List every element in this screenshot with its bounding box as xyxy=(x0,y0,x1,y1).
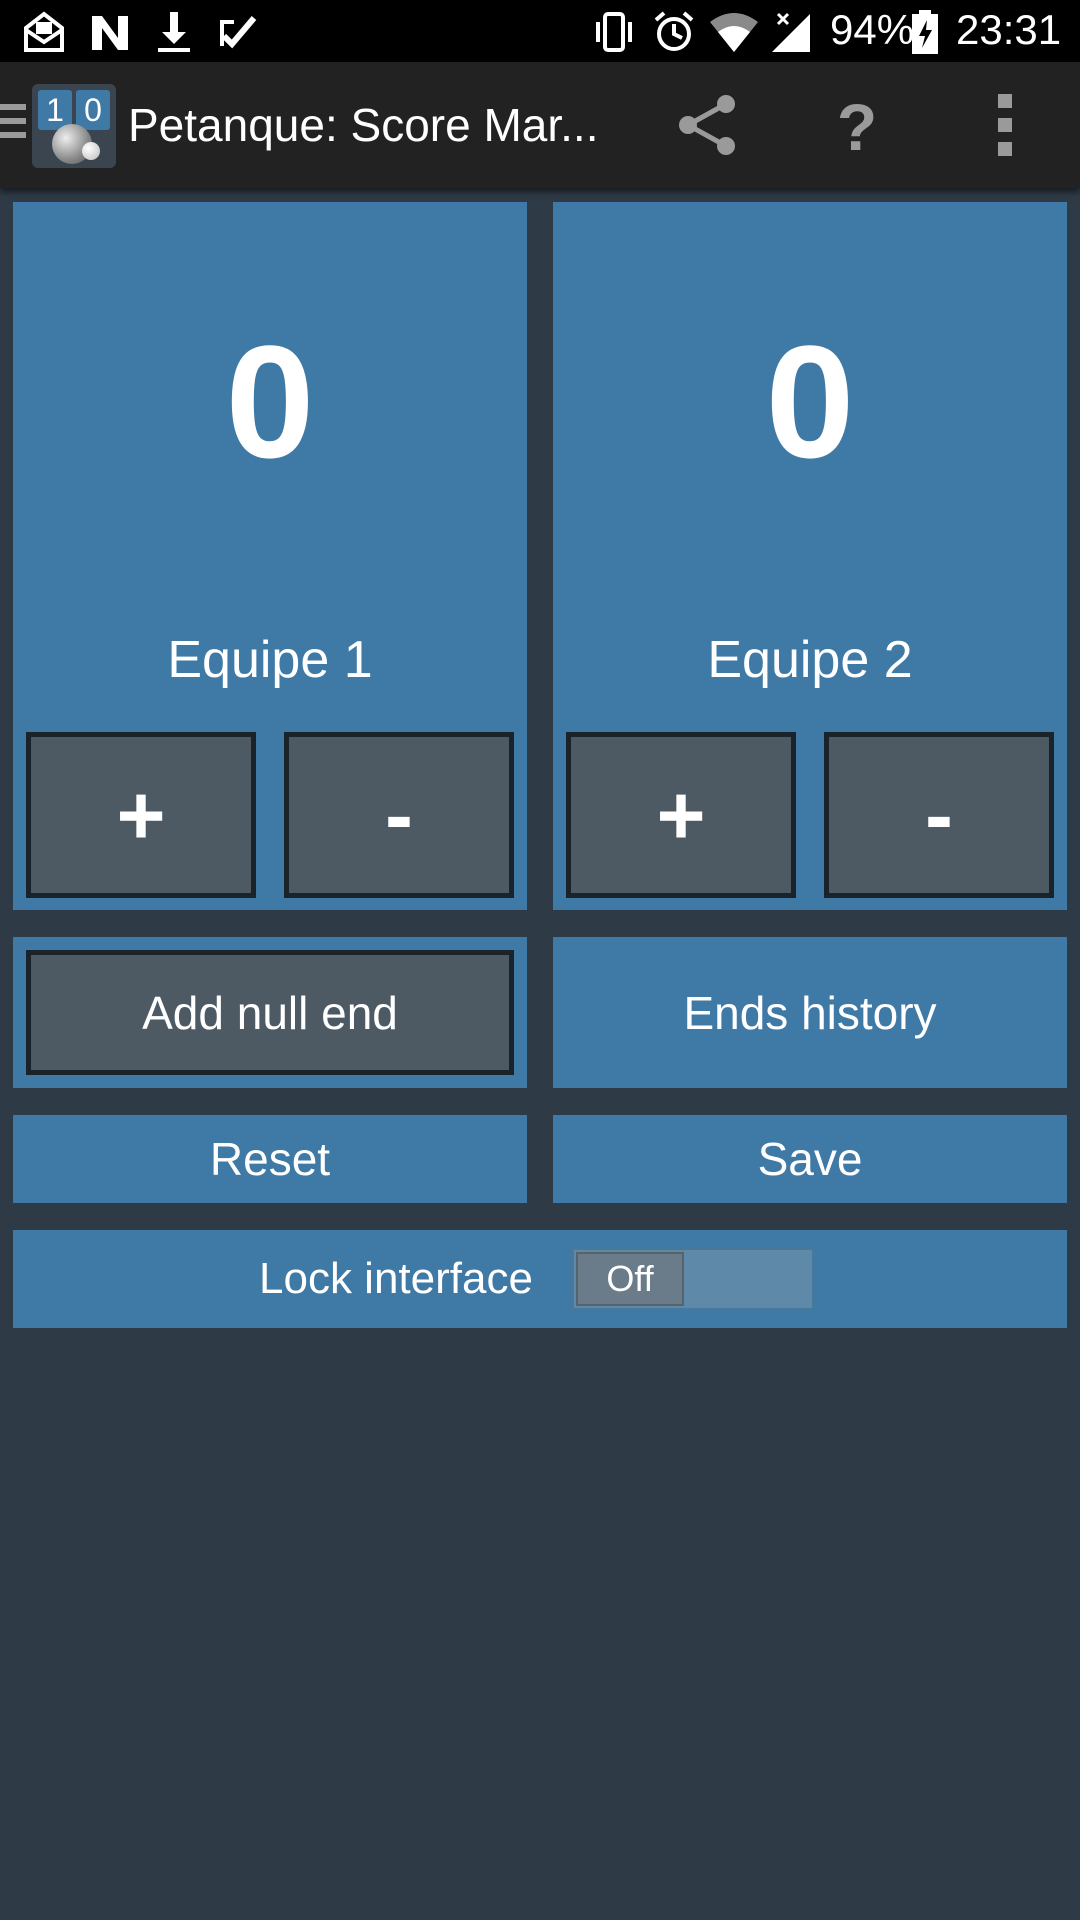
team-1-name[interactable]: Equipe 1 xyxy=(13,630,527,690)
save-button[interactable]: Save xyxy=(553,1115,1067,1203)
team-2-plus-button[interactable]: + xyxy=(566,732,796,898)
team-1-panel: 0 Equipe 1 + - xyxy=(13,202,527,910)
battery-icon xyxy=(912,10,938,54)
help-icon[interactable]: ? xyxy=(822,90,892,160)
team-2-minus-button[interactable]: - xyxy=(824,732,1054,898)
app-title: Petanque: Score Mar... xyxy=(128,99,599,151)
team-1-plus-button[interactable]: + xyxy=(26,732,256,898)
app-logo[interactable]: 1 0 xyxy=(32,84,116,168)
logo-digit-2: 0 xyxy=(76,90,110,130)
team-2-name[interactable]: Equipe 2 xyxy=(553,630,1067,690)
ends-history-button[interactable]: Ends history xyxy=(553,937,1067,1088)
n-icon xyxy=(92,16,128,50)
team-1-score: 0 xyxy=(225,312,315,491)
add-null-end-panel: Add null end xyxy=(13,937,527,1088)
drawer-icon[interactable] xyxy=(0,104,26,146)
toggle-knob: Off xyxy=(576,1252,684,1306)
reset-button[interactable]: Reset xyxy=(13,1115,527,1203)
vibrate-icon xyxy=(596,12,632,52)
app-bar: 1 0 Petanque: Score Mar... ? xyxy=(0,62,1080,188)
status-bar: 94% 23:31 xyxy=(0,0,1080,62)
download-icon xyxy=(158,12,190,52)
wifi-icon xyxy=(710,13,758,52)
battery-percent: 94% xyxy=(830,6,915,53)
check-icon xyxy=(220,16,257,49)
gmail-icon xyxy=(24,11,64,52)
team-2-score: 0 xyxy=(765,312,855,491)
team-1-minus-button[interactable]: - xyxy=(284,732,514,898)
team-2-panel: 0 Equipe 2 + - xyxy=(553,202,1067,910)
share-icon[interactable] xyxy=(672,90,742,160)
add-null-end-button[interactable]: Add null end xyxy=(26,950,514,1075)
lock-interface-panel: Lock interface xyxy=(13,1230,1067,1328)
clock: 23:31 xyxy=(956,6,1062,53)
lock-interface-label: Lock interface xyxy=(259,1254,533,1303)
alarm-icon xyxy=(654,11,694,51)
jack-icon xyxy=(82,142,100,160)
signal-icon xyxy=(772,12,810,52)
svg-text:?: ? xyxy=(837,90,877,160)
overflow-menu-icon[interactable] xyxy=(970,90,1040,160)
lock-interface-toggle[interactable]: Off xyxy=(572,1248,814,1310)
